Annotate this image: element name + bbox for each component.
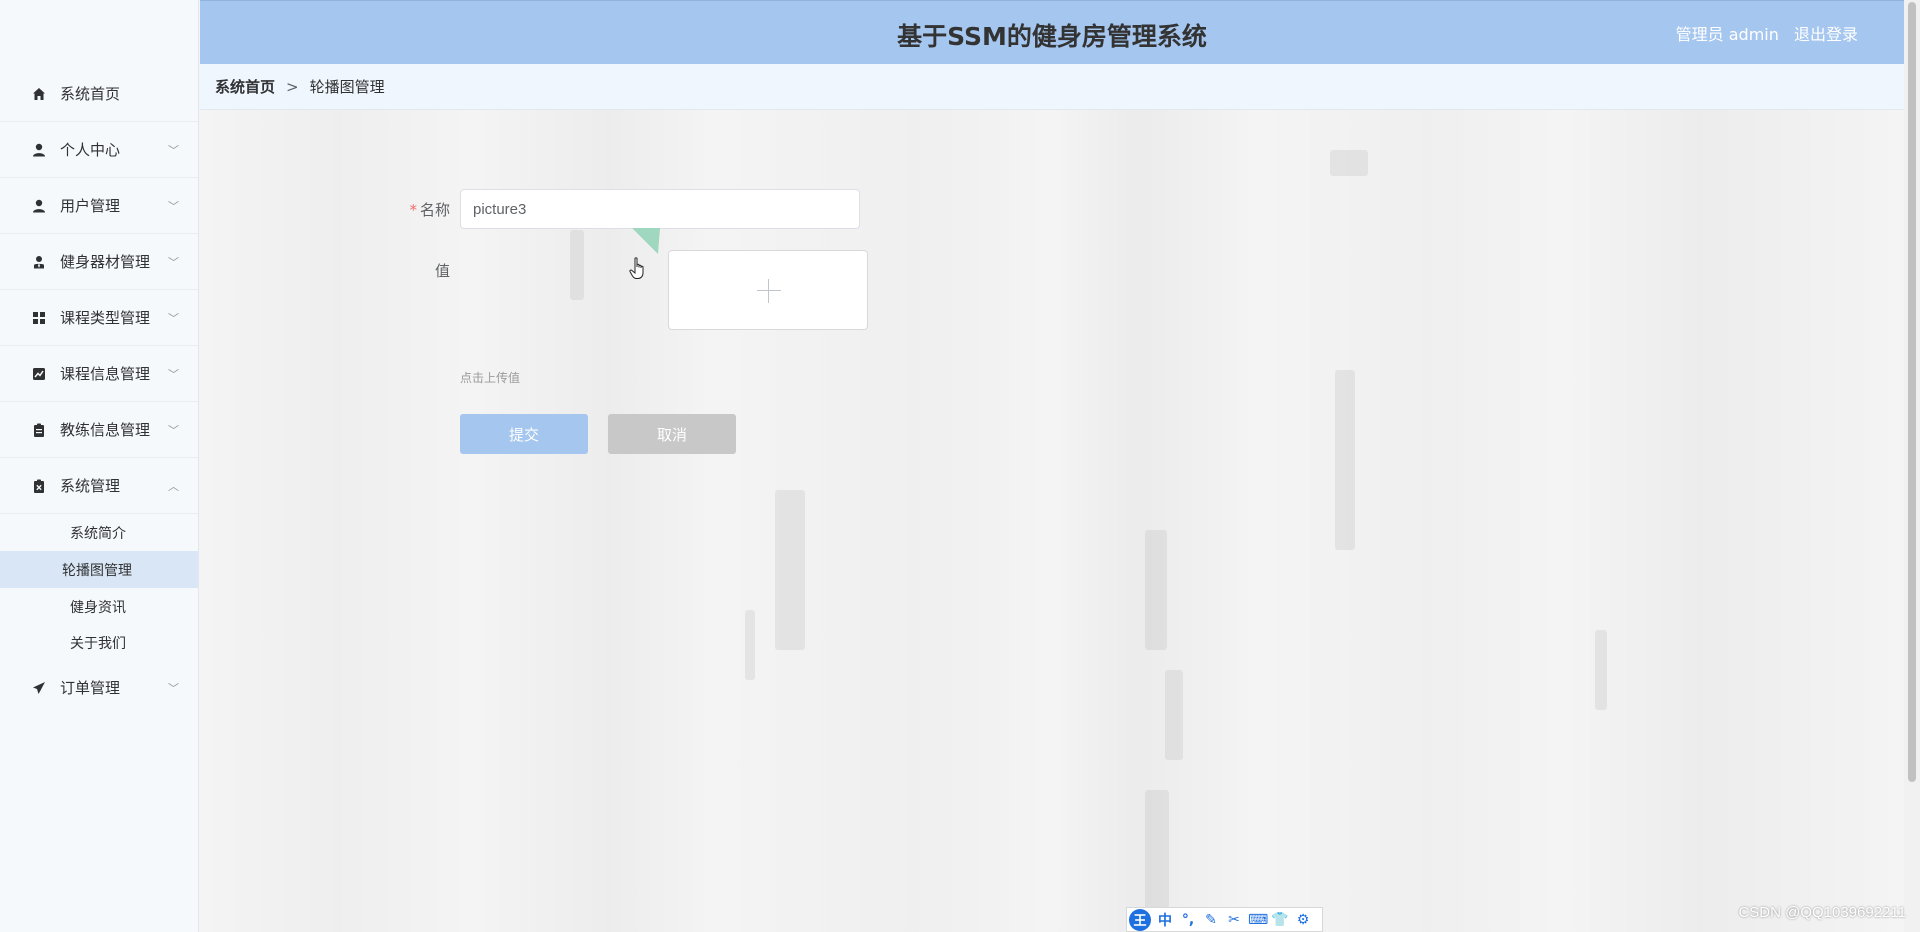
texture-streak bbox=[1335, 370, 1355, 550]
paper-plane-icon bbox=[31, 680, 47, 696]
clipboard-icon bbox=[31, 422, 47, 438]
texture-streak bbox=[745, 610, 755, 680]
ime-pen-icon[interactable]: ✎ bbox=[1202, 912, 1220, 928]
ime-skin-icon[interactable]: 👕 bbox=[1271, 912, 1289, 928]
sidebar-item-label: 订单管理 bbox=[60, 679, 121, 697]
submenu-system-management: 系统简介 轮播图管理 健身资讯 关于我们 bbox=[0, 514, 198, 660]
texture-streak bbox=[1595, 630, 1607, 710]
name-label-text: 名称 bbox=[419, 201, 450, 219]
ime-toolbar: 王 中 °, ✎ ✂ ⌨ 👕 ⚙ bbox=[1126, 907, 1323, 932]
ime-logo-icon[interactable]: 王 bbox=[1129, 908, 1151, 931]
sidebar-item-label: 教练信息管理 bbox=[60, 421, 151, 439]
ime-scissors-icon[interactable]: ✂ bbox=[1225, 912, 1243, 928]
sidebar-item-label: 系统首页 bbox=[60, 85, 121, 103]
user-tie-icon bbox=[31, 254, 47, 270]
submit-button[interactable]: 提交 bbox=[460, 414, 588, 454]
sidebar-item-home[interactable]: 系统首页 bbox=[0, 66, 198, 122]
sidebar-item-coach-info-management[interactable]: 教练信息管理 ﹀ bbox=[0, 402, 198, 458]
sidebar-subitem-system-intro[interactable]: 系统简介 bbox=[0, 514, 198, 551]
sidebar-item-label: 课程信息管理 bbox=[60, 365, 151, 383]
chevron-down-icon: ﹀ bbox=[168, 255, 179, 269]
sidebar-subitem-label: 系统简介 bbox=[70, 525, 126, 542]
sidebar-item-course-info-management[interactable]: 课程信息管理 ﹀ bbox=[0, 346, 198, 402]
plus-icon-vertical bbox=[768, 279, 769, 303]
scrollbar-thumb[interactable] bbox=[1908, 2, 1916, 782]
chevron-down-icon: ﹀ bbox=[168, 199, 179, 213]
breadcrumb-home-link[interactable]: 系统首页 bbox=[215, 76, 275, 97]
clipboard-x-icon bbox=[31, 478, 47, 494]
sidebar-item-equipment-management[interactable]: 健身器材管理 ﹀ bbox=[0, 234, 198, 290]
sidebar-item-user-management[interactable]: 用户管理 ﹀ bbox=[0, 178, 198, 234]
value-label: 值 bbox=[434, 262, 450, 280]
sidebar-item-system-management[interactable]: 系统管理 ︿ bbox=[0, 458, 198, 514]
sidebar-item-label: 健身器材管理 bbox=[60, 253, 151, 271]
logout-link[interactable]: 退出登录 bbox=[1794, 25, 1858, 44]
plus-icon bbox=[757, 290, 781, 291]
sidebar: 系统首页 个人中心 ﹀ 用户管理 ﹀ 健身器材管理 ﹀ 课程类型管理 ﹀ 课程信… bbox=[0, 0, 199, 932]
user-area: 管理员 admin 退出登录 bbox=[1666, 21, 1858, 45]
chevron-down-icon: ﹀ bbox=[168, 681, 179, 695]
chevron-down-icon: ﹀ bbox=[168, 311, 179, 325]
chevron-up-icon: ︿ bbox=[168, 479, 179, 493]
sidebar-item-label: 课程类型管理 bbox=[60, 309, 151, 327]
chevron-down-icon: ﹀ bbox=[168, 143, 179, 157]
breadcrumb-separator: > bbox=[286, 77, 299, 96]
required-asterisk: * bbox=[409, 201, 417, 219]
breadcrumb-current: 轮播图管理 bbox=[309, 78, 385, 96]
sidebar-item-personal-center[interactable]: 个人中心 ﹀ bbox=[0, 122, 198, 178]
sidebar-item-order-management[interactable]: 订单管理 ﹀ bbox=[0, 660, 198, 715]
sidebar-item-label: 系统管理 bbox=[60, 477, 121, 495]
hand-pointer-icon bbox=[629, 257, 644, 279]
ime-settings-icon[interactable]: ⚙ bbox=[1294, 912, 1312, 928]
texture-streak bbox=[570, 230, 584, 300]
sidebar-subitem-label: 关于我们 bbox=[70, 635, 126, 652]
cancel-button[interactable]: 取消 bbox=[608, 414, 736, 454]
ime-keyboard-icon[interactable]: ⌨ bbox=[1248, 912, 1268, 928]
vertical-scrollbar[interactable] bbox=[1904, 0, 1920, 932]
sidebar-menu: 系统首页 个人中心 ﹀ 用户管理 ﹀ 健身器材管理 ﹀ 课程类型管理 ﹀ 课程信… bbox=[0, 66, 198, 715]
name-input[interactable] bbox=[460, 189, 860, 229]
page-title: 基于SSM的健身房管理系统 bbox=[897, 22, 1207, 51]
user-icon bbox=[31, 142, 47, 158]
sidebar-item-label: 个人中心 bbox=[60, 141, 121, 159]
upload-box[interactable] bbox=[668, 250, 868, 330]
upload-hint: 点击上传值 bbox=[460, 371, 521, 385]
texture-streak bbox=[1330, 150, 1368, 176]
ime-mode-toggle[interactable]: 中 bbox=[1156, 910, 1174, 930]
admin-user-label: 管理员 admin bbox=[1675, 25, 1779, 44]
sidebar-subitem-fitness-news[interactable]: 健身资讯 bbox=[0, 588, 198, 625]
user-icon bbox=[31, 198, 47, 214]
sidebar-subitem-carousel-management[interactable]: 轮播图管理 bbox=[0, 551, 198, 588]
home-icon bbox=[31, 86, 47, 102]
texture-streak bbox=[1165, 670, 1183, 760]
main-content-area bbox=[200, 110, 1904, 932]
top-header: 基于SSM的健身房管理系统 管理员 admin 退出登录 bbox=[200, 0, 1904, 64]
texture-streak bbox=[775, 490, 805, 650]
decorative-triangle bbox=[632, 228, 660, 254]
name-label: * 名称 bbox=[390, 199, 450, 220]
texture-streak bbox=[1145, 530, 1167, 650]
chevron-down-icon: ﹀ bbox=[168, 367, 179, 381]
watermark: CSDN @QQ1039692211 bbox=[1738, 904, 1906, 921]
grid-icon bbox=[31, 310, 47, 326]
breadcrumb: 系统首页 > 轮播图管理 bbox=[200, 64, 1904, 110]
sidebar-item-label: 用户管理 bbox=[60, 197, 121, 215]
sidebar-subitem-label: 健身资讯 bbox=[70, 599, 126, 616]
sidebar-item-course-type-management[interactable]: 课程类型管理 ﹀ bbox=[0, 290, 198, 346]
sidebar-subitem-about-us[interactable]: 关于我们 bbox=[0, 625, 198, 660]
chart-icon bbox=[31, 366, 47, 382]
chevron-down-icon: ﹀ bbox=[168, 423, 179, 437]
ime-punctuation-icon[interactable]: °, bbox=[1179, 912, 1197, 928]
sidebar-subitem-label: 轮播图管理 bbox=[62, 562, 132, 579]
